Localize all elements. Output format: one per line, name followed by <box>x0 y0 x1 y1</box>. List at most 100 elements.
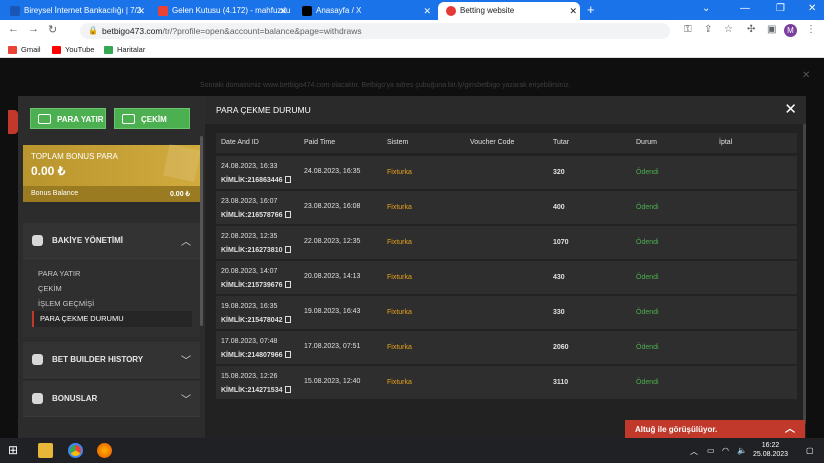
chevron-up-icon: ︿ <box>181 237 191 248</box>
cell-durum-text: Ödendi <box>636 274 659 281</box>
close-icon[interactable]: ✕ <box>784 100 797 118</box>
section-label: BONUSLAR <box>52 394 98 403</box>
close-icon[interactable]: ✕ <box>279 2 287 20</box>
col-tutar: Tutar <box>553 139 570 146</box>
notice-close-icon[interactable]: ✕ <box>802 70 810 81</box>
clock-date: 25.08.2023 <box>753 451 789 458</box>
windows-start-icon[interactable]: ⊞ <box>8 443 23 458</box>
tab-x[interactable]: Anasayfa / X ✕ <box>294 2 434 20</box>
submenu-withdraw[interactable]: ÇEKİM <box>38 284 62 293</box>
network-icon[interactable]: ▭ <box>707 446 715 455</box>
cell-durum-text: Ödendi <box>636 344 659 351</box>
maximize-icon[interactable]: ❐ <box>776 0 785 18</box>
withdraw-button[interactable]: ÇEKİM <box>114 108 190 129</box>
cell-durum: Ödendi <box>636 274 659 281</box>
cell-id-text: KİMLİK:216273810 <box>221 247 283 254</box>
bet-builder-section[interactable]: BET BUILDER HISTORY ﹀ <box>23 342 200 378</box>
tab-bank[interactable]: Bireysel İnternet Bankacılığı | 7/2 ✕ <box>2 2 148 20</box>
copy-icon[interactable] <box>285 316 292 323</box>
bookmark-youtube[interactable]: YouTube <box>52 44 94 56</box>
cell-id-text: KİMLİK:216578766 <box>221 212 283 219</box>
minimize-icon[interactable]: — <box>740 0 750 18</box>
cell-paid: 19.08.2023, 16:43 <box>304 308 360 315</box>
wifi-icon[interactable]: ◠ <box>722 446 729 455</box>
tab-gmail[interactable]: Gelen Kutusu (4.172) - mahfuzdu ✕ <box>150 2 290 20</box>
cell-id: KİMLİK:214807966 <box>221 351 292 359</box>
tab-title: Betting website <box>460 6 515 15</box>
cell-sistem-text: Fixturka <box>387 169 412 176</box>
gift-icon <box>163 144 201 182</box>
betting-favicon-icon <box>446 6 456 16</box>
cell-paid-text: 17.08.2023, 07:51 <box>304 343 361 350</box>
cell-id: KİMLİK:215478042 <box>221 316 292 324</box>
cell-date: 17.08.2023, 07:48 <box>221 338 277 345</box>
address-toolbar: ← → ↻ 🔒 betbigo473.com/tr/?profile=open&… <box>0 20 824 42</box>
tab-betting[interactable]: Betting website ✕ <box>438 2 580 20</box>
url-bar[interactable]: 🔒 betbigo473.com/tr/?profile=open&accoun… <box>80 23 670 39</box>
modal-scrollbar[interactable] <box>803 124 806 424</box>
extensions-icon[interactable]: ✣ <box>747 24 755 35</box>
bookmark-maps[interactable]: Haritalar <box>104 44 145 56</box>
close-icon[interactable]: ✕ <box>569 2 577 20</box>
domain-notice: Sonraki domainimiz www.betbigo474.com ol… <box>200 82 571 89</box>
cell-id-text: KİMLİK:215739676 <box>221 282 283 289</box>
cell-tutar: 330 <box>553 309 565 316</box>
key-icon[interactable]: ⚿ <box>684 24 692 35</box>
chevron-down-icon: ﹀ <box>181 395 191 406</box>
clock-time: 16:22 <box>761 442 780 449</box>
file-explorer-icon[interactable] <box>38 443 53 458</box>
cell-tutar-text: 3110 <box>553 379 569 386</box>
chevron-up-icon[interactable]: ︿ <box>690 446 698 457</box>
copy-icon[interactable] <box>285 281 292 288</box>
clock[interactable]: 16:22 25.08.2023 <box>753 441 788 459</box>
submenu-deposit[interactable]: PARA YATIR <box>38 269 80 278</box>
deposit-button[interactable]: PARA YATIR <box>30 108 106 129</box>
window-close-icon[interactable]: ✕ <box>808 0 816 18</box>
sidebar-scrollbar[interactable] <box>200 136 203 326</box>
firefox-icon[interactable] <box>97 443 112 458</box>
copy-icon[interactable] <box>285 351 292 358</box>
forward-icon[interactable]: → <box>28 23 39 35</box>
volume-icon[interactable]: 🔈 <box>737 446 747 455</box>
table-row: 23.08.2023, 16:07 KİMLİK:216578766 23.08.2… <box>216 191 797 224</box>
chrome-icon[interactable] <box>68 443 83 458</box>
cell-id: KİMLİK:214271534 <box>221 386 292 394</box>
menu-icon[interactable]: ⋮ <box>806 24 816 35</box>
bonus-title: TOPLAM BONUS PARA <box>31 152 118 161</box>
new-tab-button[interactable]: + <box>587 2 595 18</box>
chevron-down-icon[interactable]: ⌄ <box>702 0 710 18</box>
copy-icon[interactable] <box>285 211 292 218</box>
cell-tutar: 400 <box>553 204 565 211</box>
reload-icon[interactable]: ↻ <box>48 23 57 36</box>
side-tab[interactable] <box>8 110 18 134</box>
bookmark-gmail[interactable]: Gmail <box>8 44 41 56</box>
copy-icon[interactable] <box>285 176 292 183</box>
notification-icon[interactable]: ▢ <box>806 446 814 455</box>
star-icon[interactable]: ☆ <box>724 24 733 35</box>
bookmark-label: Haritalar <box>117 45 146 54</box>
cell-tutar-text: 430 <box>553 274 565 281</box>
cell-date: 22.08.2023, 12:35 <box>221 233 277 240</box>
live-chat-widget[interactable]: Altuğ ile görüşülüyor. ︿ <box>625 420 805 440</box>
cell-date-text: 23.08.2023, 16:07 <box>221 198 278 205</box>
bonus-card: TOPLAM BONUS PARA 0.00 ₺ Bonus Balance 0… <box>23 144 201 202</box>
bonuses-section[interactable]: BONUSLAR ﹀ <box>23 381 200 417</box>
submenu-history[interactable]: İŞLEM GEÇMİŞİ <box>38 299 94 308</box>
submenu-withdraw-status[interactable]: PARA ÇEKME DURUMU <box>32 311 192 327</box>
sidepanel-icon[interactable]: ▣ <box>767 24 776 35</box>
copy-icon[interactable] <box>285 246 292 253</box>
back-icon[interactable]: ← <box>8 23 19 35</box>
balance-management-section[interactable]: BAKİYE YÖNETİMİ ︿ <box>23 223 200 259</box>
copy-icon[interactable] <box>285 386 292 393</box>
avatar[interactable]: M <box>784 24 797 37</box>
cell-sistem-text: Fixturka <box>387 239 412 246</box>
cell-durum: Ödendi <box>636 169 659 176</box>
cell-id: KİMLİK:216578766 <box>221 211 292 219</box>
cell-durum-text: Ödendi <box>636 379 659 386</box>
close-icon[interactable]: ✕ <box>423 2 431 20</box>
chevron-up-icon[interactable]: ︿ <box>785 420 795 440</box>
share-icon[interactable]: ⇪ <box>704 24 712 35</box>
close-icon[interactable]: ✕ <box>137 2 145 20</box>
cell-sistem: Fixturka <box>387 379 412 386</box>
cell-paid: 23.08.2023, 16:08 <box>304 203 360 210</box>
